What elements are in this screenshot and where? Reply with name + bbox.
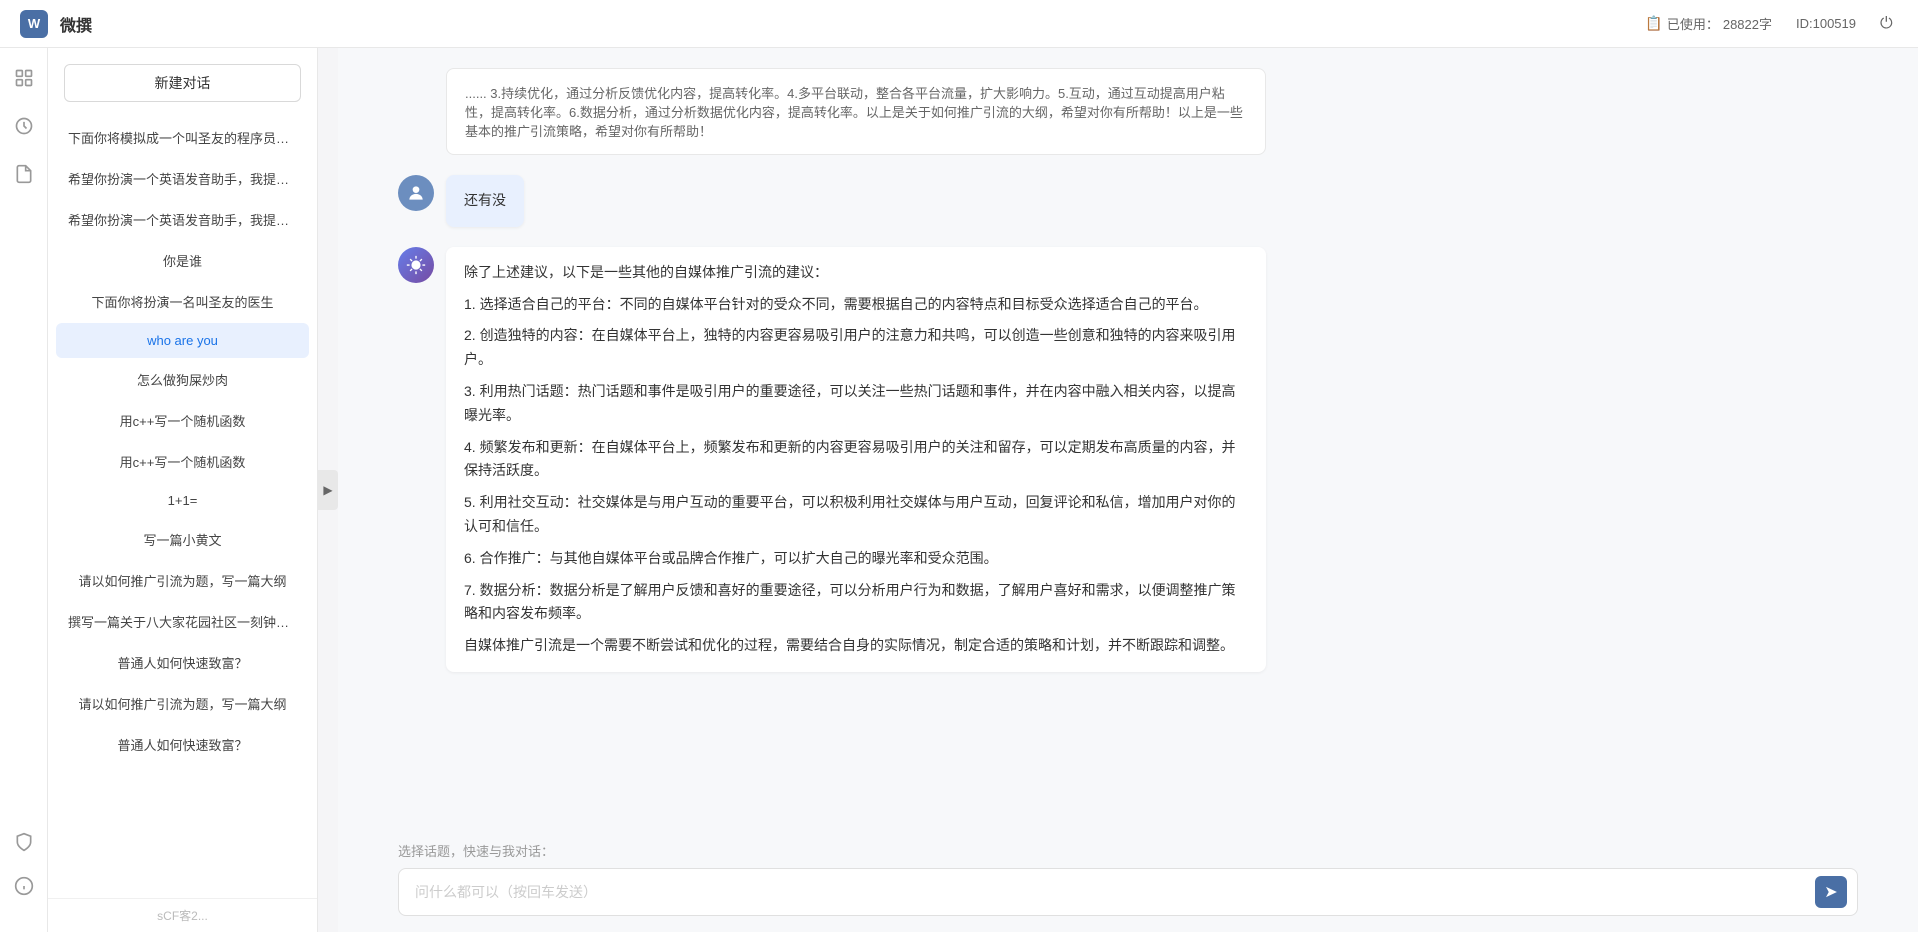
truncated-message: ...... 3.持续优化，通过分析反馈优化内容，提高转化率。4.多平台联动，整…: [446, 68, 1266, 155]
user-message-bubble: 还有没: [446, 175, 524, 227]
user-message-text: 还有没: [464, 192, 506, 208]
icon-rail-bottom: [10, 828, 38, 916]
ai-message-paragraph: 7. 数据分析：数据分析是了解用户反馈和喜好的重要途径，可以分析用户行为和数据，…: [464, 579, 1248, 627]
sidebar-item[interactable]: 下面你将扮演一名叫圣友的医生: [56, 282, 309, 321]
ai-message-paragraph: 6. 合作推广：与其他自媒体平台或品牌合作推广，可以扩大自己的曝光率和受众范围。: [464, 547, 1248, 571]
ai-message-paragraph: 3. 利用热门话题：热门话题和事件是吸引用户的重要途径，可以关注一些热门话题和事…: [464, 380, 1248, 428]
sidebar-item[interactable]: 怎么做狗屎炒肉: [56, 360, 309, 399]
sidebar-item[interactable]: 用c++写一个随机函数: [56, 401, 309, 440]
document-icon[interactable]: [10, 160, 38, 188]
sidebar-item[interactable]: 写一篇小黄文: [56, 520, 309, 559]
ai-message-paragraph: 2. 创造独特的内容：在自媒体平台上，独特的内容更容易吸引用户的注意力和共鸣，可…: [464, 324, 1248, 372]
assistant-message-row: 除了上述建议，以下是一些其他的自媒体推广引流的建议： 1. 选择适合自己的平台：不…: [398, 247, 1858, 672]
send-icon: ➤: [1824, 882, 1837, 902]
chat-footer: 选择话题，快速与我对话： 问什么都可以（按回车发送） ➤: [338, 829, 1918, 932]
usage-value: 28822字: [1723, 14, 1772, 33]
usage-label: 已使用：: [1667, 14, 1719, 33]
info-icon[interactable]: [10, 872, 38, 900]
user-message-row: 还有没: [398, 175, 1858, 227]
main-layout: 新建对话 下面你将模拟成一个叫圣友的程序员，我说...希望你扮演一个英语发音助手…: [0, 48, 1918, 932]
topbar-usage: 📋 已使用： 28822字: [1645, 14, 1772, 33]
truncated-text: ...... 3.持续优化，通过分析反馈优化内容，提高转化率。4.多平台联动，整…: [465, 86, 1243, 139]
sidebar-collapse-button[interactable]: ▶: [318, 470, 338, 510]
sidebar-bottom: sCF客2...: [48, 898, 317, 932]
ai-message-paragraph: 自媒体推广引流是一个需要不断尝试和优化的过程，需要结合自身的实际情况，制定合适的…: [464, 634, 1248, 658]
topbar-id: ID:100519: [1796, 16, 1856, 31]
topbar-left: W 微撰: [20, 10, 92, 38]
sidebar-item[interactable]: 用c++写一个随机函数: [56, 442, 309, 481]
clock-icon[interactable]: [10, 112, 38, 140]
ai-message-paragraph: 1. 选择适合自己的平台：不同的自媒体平台针对的受众不同，需要根据自己的内容特点…: [464, 293, 1248, 317]
chat-messages: ...... 3.持续优化，通过分析反馈优化内容，提高转化率。4.多平台联动，整…: [338, 48, 1918, 829]
sidebar-item[interactable]: 希望你扮演一个英语发音助手，我提供给你...: [56, 159, 309, 198]
sidebar-item[interactable]: 请以如何推广引流为题，写一篇大纲: [56, 684, 309, 723]
sidebar-item[interactable]: who are you: [56, 323, 309, 358]
input-placeholder: 问什么都可以（按回车发送）: [415, 882, 597, 902]
doc-icon: 📋: [1645, 15, 1662, 32]
new-conversation-button[interactable]: 新建对话: [64, 64, 301, 102]
sidebar-item[interactable]: 下面你将模拟成一个叫圣友的程序员，我说...: [56, 118, 309, 157]
power-icon[interactable]: ⏻: [1880, 15, 1898, 33]
sidebar-item[interactable]: 撰写一篇关于八大家花园社区一刻钟便民生...: [56, 602, 309, 641]
topbar-right: 📋 已使用： 28822字 ID:100519 ⏻: [1645, 14, 1898, 33]
topbar-title: 微撰: [60, 12, 92, 36]
ai-avatar: [398, 247, 434, 283]
sidebar-item[interactable]: 普通人如何快速致富？: [56, 725, 309, 764]
ai-message-paragraph: 除了上述建议，以下是一些其他的自媒体推广引流的建议：: [464, 261, 1248, 285]
shield-icon[interactable]: [10, 828, 38, 856]
topbar: W 微撰 📋 已使用： 28822字 ID:100519 ⏻: [0, 0, 1918, 48]
ai-message-paragraph: 5. 利用社交互动：社交媒体是与用户互动的重要平台，可以积极利用社交媒体与用户互…: [464, 491, 1248, 539]
sidebar-item[interactable]: 请以如何推广引流为题，写一篇大纲: [56, 561, 309, 600]
topbar-logo-icon: W: [20, 10, 48, 38]
quick-suggestions-label: 选择话题，快速与我对话：: [398, 841, 1858, 860]
user-avatar: [398, 175, 434, 211]
sidebar-list: 下面你将模拟成一个叫圣友的程序员，我说...希望你扮演一个英语发音助手，我提供给…: [48, 118, 317, 898]
sidebar-item[interactable]: 普通人如何快速致富？: [56, 643, 309, 682]
sidebar: 新建对话 下面你将模拟成一个叫圣友的程序员，我说...希望你扮演一个英语发音助手…: [48, 48, 318, 932]
input-area[interactable]: 问什么都可以（按回车发送） ➤: [398, 868, 1858, 916]
ai-message-bubble: 除了上述建议，以下是一些其他的自媒体推广引流的建议： 1. 选择适合自己的平台：不…: [446, 247, 1266, 672]
send-button[interactable]: ➤: [1815, 876, 1847, 908]
home-icon[interactable]: [10, 64, 38, 92]
ai-message-paragraph: 4. 频繁发布和更新：在自媒体平台上，频繁发布和更新的内容更容易吸引用户的关注和…: [464, 436, 1248, 484]
chat-area: ...... 3.持续优化，通过分析反馈优化内容，提高转化率。4.多平台联动，整…: [338, 48, 1918, 932]
sidebar-item[interactable]: 1+1=: [56, 483, 309, 518]
sidebar-item[interactable]: 希望你扮演一个英语发音助手，我提供给你...: [56, 200, 309, 239]
sidebar-item[interactable]: 你是谁: [56, 241, 309, 280]
icon-rail: [0, 48, 48, 932]
